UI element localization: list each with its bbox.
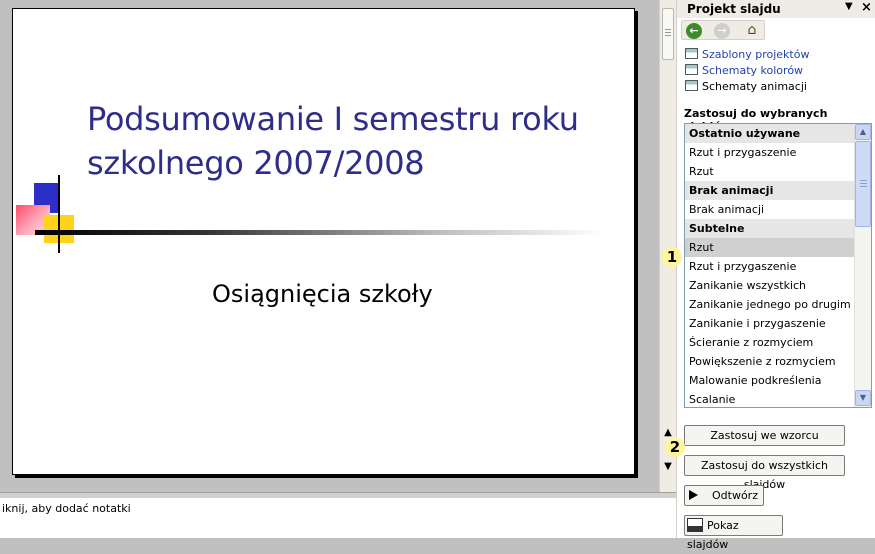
slideshow-button[interactable]: Pokaz slajdów	[684, 515, 783, 551]
decor-vertical-line	[58, 175, 60, 253]
apply-all-button[interactable]: Zastosuj do wszystkich slajdów	[684, 455, 845, 491]
list-item[interactable]: Powiększenie z rozmyciem	[685, 352, 854, 371]
link-label: Schematy animacji	[702, 80, 807, 93]
list-group-header: Ostatnio używane	[685, 124, 854, 143]
design-templates-icon	[685, 48, 698, 59]
home-icon[interactable]: ⌂	[744, 23, 760, 39]
slide-title[interactable]: Podsumowanie I semestru roku szkolnego 2…	[87, 97, 607, 185]
scroll-up-icon[interactable]: ▲	[855, 124, 871, 140]
link-design-templates[interactable]: Szablony projektów	[685, 48, 809, 61]
list-group-header: Brak animacji	[685, 181, 854, 200]
list-item[interactable]: Rzut	[685, 162, 854, 181]
callout-badge-2: 2	[665, 437, 685, 457]
list-item[interactable]: Zanikanie i przygaszenie	[685, 314, 854, 333]
list-item[interactable]: Zanikanie jednego po drugim	[685, 295, 854, 314]
list-item[interactable]: Scalanie	[685, 390, 854, 407]
list-items: Ostatnio używane Rzut i przygaszenie Rzut B…	[685, 124, 854, 407]
scroll-down-icon[interactable]: ▼	[855, 390, 871, 406]
link-animation-schemes[interactable]: Schematy animacji	[685, 80, 807, 93]
play-button[interactable]: Odtwórz	[684, 485, 764, 506]
list-item[interactable]: Malowanie podkreślenia	[685, 371, 854, 390]
link-label: Schematy kolorów	[702, 64, 804, 77]
editor-scroll-thumb[interactable]	[662, 8, 674, 60]
play-icon	[689, 490, 698, 500]
list-item[interactable]: Ścieranie z rozmyciem	[685, 333, 854, 352]
color-schemes-icon	[685, 64, 698, 75]
task-pane-header: Projekt slajdu ▼ ×	[677, 0, 875, 18]
list-item[interactable]: Zanikanie wszystkich	[685, 276, 854, 295]
list-item[interactable]: Brak animacji	[685, 200, 854, 219]
list-vertical-scrollbar[interactable]: ▲ ▼	[854, 124, 871, 407]
slideshow-icon	[687, 518, 703, 532]
notes-pane[interactable]: iknij, aby dodać notatki	[0, 498, 676, 538]
list-group-header: Subtelne	[685, 219, 854, 238]
list-scroll-thumb[interactable]	[855, 141, 871, 227]
animation-schemes-list[interactable]: Ostatnio używane Rzut i przygaszenie Rzut B…	[684, 123, 872, 408]
slide-canvas[interactable]: Podsumowanie I semestru roku szkolnego 2…	[12, 8, 635, 475]
link-color-schemes[interactable]: Schematy kolorów	[685, 64, 803, 77]
slide-editor-area: Podsumowanie I semestru roku szkolnego 2…	[0, 0, 659, 492]
list-item[interactable]: Rzut i przygaszenie	[685, 257, 854, 276]
play-label: Odtwórz	[712, 489, 758, 502]
list-item[interactable]: Rzut i przygaszenie	[685, 143, 854, 162]
slide-subtitle[interactable]: Osiągnięcia szkoły	[212, 280, 433, 308]
close-icon[interactable]: ×	[861, 0, 872, 15]
task-pane-nav: ← → ⌂	[681, 20, 765, 40]
back-arrow-icon[interactable]: ←	[686, 23, 702, 39]
task-pane: Projekt slajdu ▼ × ← → ⌂ Szablony projek…	[676, 0, 875, 551]
task-pane-title: Projekt slajdu	[687, 2, 781, 16]
animation-schemes-icon	[685, 80, 698, 91]
forward-arrow-icon[interactable]: →	[714, 23, 730, 39]
chevron-down-icon[interactable]: ▼	[845, 1, 853, 12]
editor-vertical-scrollbar[interactable]: ▲ ▼	[659, 0, 676, 492]
callout-badge-1: 1	[662, 247, 682, 267]
notes-placeholder[interactable]: iknij, aby dodać notatki	[2, 502, 131, 515]
decor-horizontal-gradient-line	[35, 230, 605, 235]
list-item[interactable]: Rzut	[685, 238, 854, 257]
link-label: Szablony projektów	[702, 48, 810, 61]
apply-master-button[interactable]: Zastosuj we wzorcu	[684, 425, 845, 446]
double-down-arrow-icon[interactable]: ▼	[661, 459, 675, 475]
